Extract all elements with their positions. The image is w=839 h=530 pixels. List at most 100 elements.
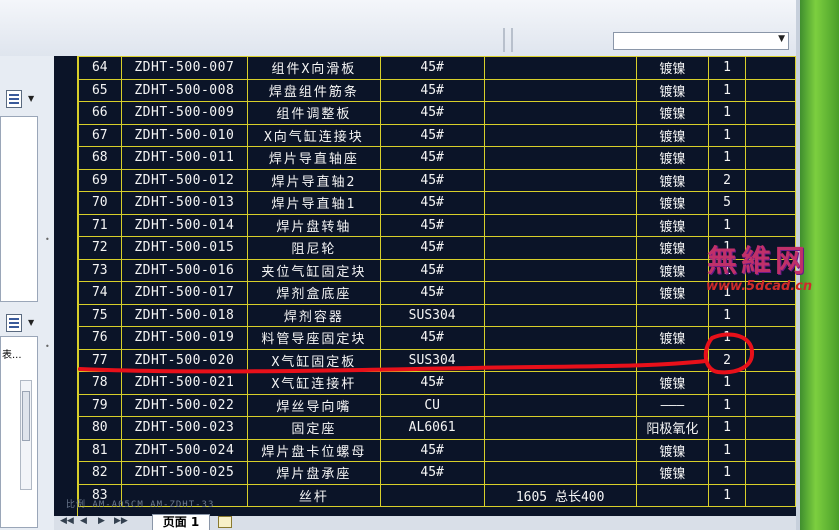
table-cell: 1 <box>708 56 746 80</box>
splitter-grip-icon[interactable]: • <box>45 342 53 358</box>
table-cell <box>744 416 796 440</box>
watermark-url: www.5dcad.cn <box>706 279 813 294</box>
bom-table-body: 64 ZDHT-500-007 组件X向滑板 45# 镀镍 1 65 ZDHT-500-008… <box>78 56 796 507</box>
table-cell: 82 <box>78 461 122 485</box>
drawing-canvas[interactable]: 64 ZDHT-500-007 组件X向滑板 45# 镀镍 1 65 ZDHT-500-008… <box>54 56 796 516</box>
list-view-icon[interactable] <box>6 90 22 108</box>
table-cell <box>483 461 637 485</box>
chevron-down-icon[interactable]: ▼ <box>28 318 34 327</box>
chevron-down-icon[interactable]: ▼ <box>28 94 34 103</box>
new-page-icon[interactable] <box>218 516 232 528</box>
table-cell: 1 <box>708 146 746 170</box>
vertical-scrollbar[interactable] <box>20 380 32 490</box>
table-cell: ZDHT-500-009 <box>120 101 249 125</box>
table-cell: X气缸连接杆 <box>247 371 381 395</box>
table-cell: 45# <box>379 438 485 462</box>
palette-pane-bottom[interactable] <box>0 336 38 528</box>
table-cell: 1 <box>708 461 746 485</box>
table-cell: 1 <box>708 78 746 102</box>
table-cell: 69 <box>78 168 122 192</box>
table-cell: 2 <box>708 348 746 372</box>
list-view-icon[interactable] <box>6 314 22 332</box>
table-cell: ZDHT-500-010 <box>120 123 249 147</box>
prev-page-icon[interactable]: ◀ <box>80 516 87 526</box>
table-cell: ZDHT-500-007 <box>120 56 249 80</box>
table-cell: 68 <box>78 146 122 170</box>
table-cell <box>483 123 637 147</box>
table-cell: 镀镍 <box>635 191 710 215</box>
table-cell: ZDHT-500-019 <box>120 326 249 350</box>
table-cell <box>483 393 637 417</box>
table-cell: 1 <box>708 393 746 417</box>
splitter-grip-icon[interactable]: • <box>45 235 53 251</box>
table-row: 73 ZDHT-500-016 夹位气缸固定块 45# 镀镍 1 <box>78 258 796 282</box>
table-cell: 1 <box>708 303 746 327</box>
tab-page-1[interactable]: 页面 1 <box>152 514 210 530</box>
table-cell: SUS304 <box>379 303 485 327</box>
table-cell: 料管导座固定块 <box>247 326 381 350</box>
table-cell: SUS304 <box>379 348 485 372</box>
table-cell <box>483 303 637 327</box>
table-cell: 45# <box>379 326 485 350</box>
table-cell: ZDHT-500-023 <box>120 416 249 440</box>
table-cell <box>744 146 796 170</box>
table-cell <box>483 416 637 440</box>
table-cell: 45# <box>379 281 485 305</box>
table-row: 67 ZDHT-500-010 X向气缸连接块 45# 镀镍 1 <box>78 123 796 147</box>
table-cell: 75 <box>78 303 122 327</box>
table-cell: ZDHT-500-013 <box>120 191 249 215</box>
pane-item-label[interactable]: 表... <box>2 346 22 361</box>
table-cell: ZDHT-500-022 <box>120 393 249 417</box>
table-cell <box>744 303 796 327</box>
table-cell: ZDHT-500-025 <box>120 461 249 485</box>
table-cell: 45# <box>379 213 485 237</box>
table-cell: 1 <box>708 101 746 125</box>
table-cell <box>483 258 637 282</box>
table-cell: 65 <box>78 78 122 102</box>
table-row: 78 ZDHT-500-021 X气缸连接杆 45# 镀镍 1 <box>78 371 796 395</box>
last-page-icon[interactable]: ▶▶ <box>114 516 128 526</box>
table-cell: ZDHT-500-020 <box>120 348 249 372</box>
scrollbar-thumb[interactable] <box>22 391 30 441</box>
table-cell: 焊片导直轴2 <box>247 168 381 192</box>
table-cell: 丝杆 <box>247 483 381 507</box>
table-cell: 1605 总长400 <box>483 483 637 507</box>
table-cell <box>483 168 637 192</box>
table-cell: 81 <box>78 438 122 462</box>
table-cell: ZDHT-500-014 <box>120 213 249 237</box>
table-cell: 1 <box>708 438 746 462</box>
table-row: 64 ZDHT-500-007 组件X向滑板 45# 镀镍 1 <box>78 56 796 80</box>
pane-header: ▼ <box>0 86 46 112</box>
table-cell: ZDHT-500-011 <box>120 146 249 170</box>
table-cell: 焊片导直轴座 <box>247 146 381 170</box>
table-row: 81 ZDHT-500-024 焊片盘卡位螺母 45# 镀镍 1 <box>78 438 796 462</box>
table-row: 82 ZDHT-500-025 焊片盘承座 45# 镀镍 1 <box>78 461 796 485</box>
table-cell <box>483 326 637 350</box>
table-cell: 64 <box>78 56 122 80</box>
table-cell <box>483 348 637 372</box>
bom-table: 64 ZDHT-500-007 组件X向滑板 45# 镀镍 1 65 ZDHT-500-008… <box>78 56 796 507</box>
table-cell <box>744 371 796 395</box>
table-cell: 77 <box>78 348 122 372</box>
table-cell: 45# <box>379 56 485 80</box>
palette-pane-top[interactable] <box>0 116 38 302</box>
table-cell: 镀镍 <box>635 371 710 395</box>
table-cell: 焊剂容器 <box>247 303 381 327</box>
table-cell <box>635 483 710 507</box>
table-row: 75 ZDHT-500-018 焊剂容器 SUS304 1 <box>78 303 796 327</box>
table-cell: 焊片盘转轴 <box>247 213 381 237</box>
table-cell: 组件调整板 <box>247 101 381 125</box>
next-page-icon[interactable]: ▶ <box>98 516 105 526</box>
first-page-icon[interactable]: ◀◀ <box>60 516 74 526</box>
table-cell: 45# <box>379 461 485 485</box>
table-cell <box>483 146 637 170</box>
layer-dropdown[interactable]: ▼ <box>613 32 789 50</box>
table-row: 66 ZDHT-500-009 组件调整板 45# 镀镍 1 <box>78 101 796 125</box>
table-cell: 79 <box>78 393 122 417</box>
chevron-down-icon[interactable]: ▼ <box>778 34 785 44</box>
table-cell: 镀镍 <box>635 326 710 350</box>
table-cell: 镀镍 <box>635 236 710 260</box>
table-cell: CU <box>379 393 485 417</box>
table-cell: AL6061 <box>379 416 485 440</box>
table-cell: 45# <box>379 101 485 125</box>
